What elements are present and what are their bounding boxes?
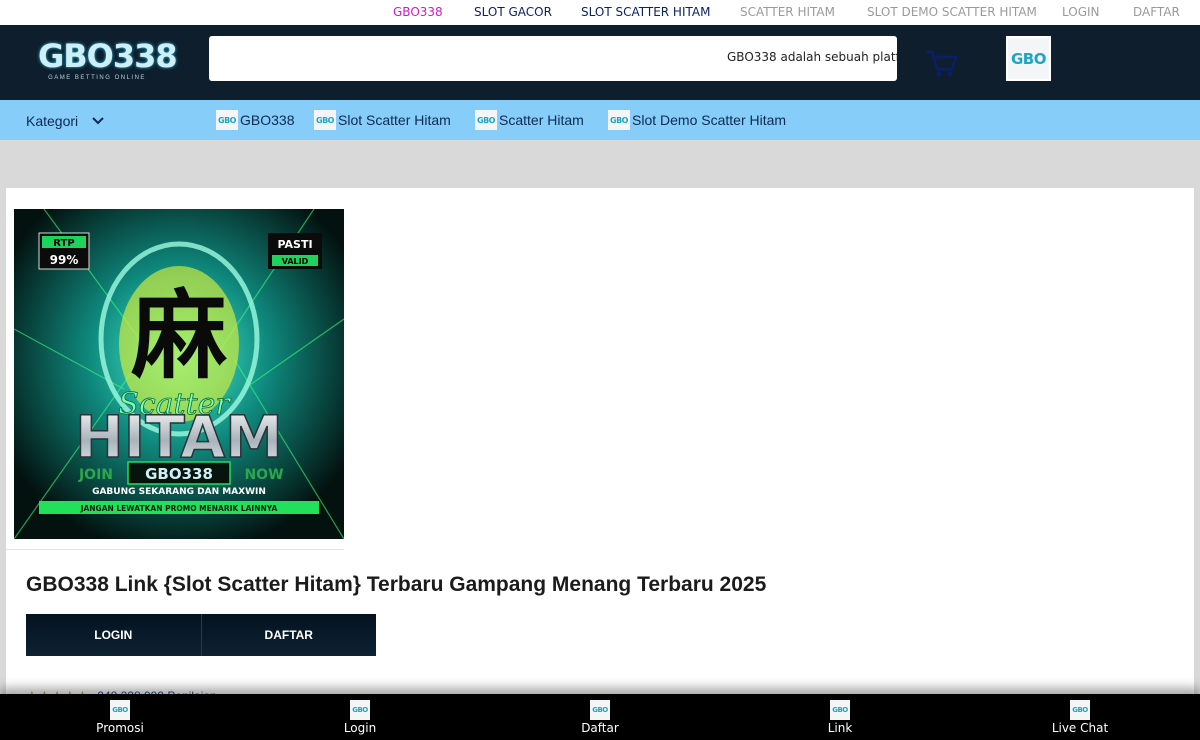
chevron-down-icon [92, 117, 104, 125]
svg-text:PASTI: PASTI [277, 238, 312, 251]
rtp-badge: RTP 99% [38, 232, 90, 270]
category-link-gbo338[interactable]: GBO GBO338 [216, 110, 294, 130]
category-link-slot-demo-scatter-hitam[interactable]: GBO Slot Demo Scatter Hitam [608, 110, 786, 130]
site-logo[interactable]: GBO338 GAME BETTING ONLINE [38, 37, 178, 85]
pasti-valid-badge: PASTI VALID [268, 233, 322, 269]
svg-text:JOIN: JOIN [78, 467, 113, 483]
category-link-label: GBO338 [240, 112, 295, 128]
top-link-slot-demo-scatter-hitam[interactable]: SLOT DEMO SCATTER HITAM [867, 5, 1037, 19]
bottom-nav-daftar[interactable]: GBO Daftar [480, 694, 720, 740]
gbo-logo-icon: GBO [608, 110, 630, 130]
svg-text:VALID: VALID [282, 257, 309, 266]
svg-text:NOW: NOW [244, 467, 283, 483]
top-link-login[interactable]: LOGIN [1062, 5, 1100, 19]
bottom-nav-label: Link [827, 721, 853, 735]
category-link-scatter-hitam[interactable]: GBO Scatter Hitam [475, 110, 584, 130]
brand-badge[interactable]: GBO [1006, 36, 1051, 81]
category-link-slot-scatter-hitam[interactable]: GBO Slot Scatter Hitam [314, 110, 451, 130]
top-link-gbo338[interactable]: GBO338 [393, 5, 443, 19]
bottom-nav-label: Promosi [96, 721, 144, 735]
gbo-logo-icon: GBO [314, 110, 336, 130]
gbo-logo-icon: GBO [590, 700, 610, 720]
category-toggle-label: Kategori [26, 113, 79, 129]
page-title: GBO338 Link {Slot Scatter Hitam} Terbaru… [26, 573, 767, 596]
marquee-box: GBO338 adalah sebuah platform [209, 36, 897, 81]
category-link-label: Scatter Hitam [499, 112, 584, 128]
banner-line-2: JANGAN LEWATKAN PROMO MENARIK LAINNYA [80, 504, 278, 513]
login-button[interactable]: LOGIN [26, 614, 201, 656]
top-link-slot-scatter-hitam[interactable]: SLOT SCATTER HITAM [581, 5, 710, 19]
gbo-logo-icon: GBO [110, 700, 130, 720]
logo-tagline: GAME BETTING ONLINE [48, 75, 146, 81]
bottom-nav-label: Daftar [581, 721, 619, 735]
gbo-logo-icon: GBO [216, 110, 238, 130]
bottom-nav-link[interactable]: GBO Link [720, 694, 960, 740]
gbo-logo-icon: GBO [475, 110, 497, 130]
marquee-text: GBO338 adalah sebuah platform [727, 50, 897, 64]
product-card: 麻 RTP 99% PASTI VALID Scatter HITAM JOIN… [6, 188, 1194, 740]
shopping-cart-icon[interactable] [923, 46, 959, 80]
banner-headline: HITAM [75, 403, 283, 471]
bottom-nav: GBO Promosi GBO Login GBO Daftar GBO Lin… [0, 694, 1200, 740]
bottom-nav-promosi[interactable]: GBO Promosi [0, 694, 240, 740]
bottom-nav-label: Live Chat [1051, 721, 1109, 735]
svg-text:99%: 99% [50, 253, 79, 267]
category-link-label: Slot Demo Scatter Hitam [632, 112, 787, 128]
gbo-logo-icon: GBO [830, 700, 850, 720]
gbo-logo-icon: GBO [1070, 700, 1090, 720]
top-link-daftar[interactable]: DAFTAR [1133, 5, 1180, 19]
site-header: GBO338 GAME BETTING ONLINE GBO338 adalah… [0, 25, 1200, 100]
svg-text:GBO338: GBO338 [145, 465, 213, 483]
category-nav: Kategori GBO GBO338 GBO Slot Scatter Hit… [0, 100, 1200, 140]
banner-line-1: GABUNG SEKARANG DAN MAXWIN [92, 487, 266, 497]
banner-calligraphy-glyph: 麻 [131, 279, 227, 392]
top-link-bar: GBO338 SLOT GACOR SLOT SCATTER HITAM SCA… [0, 0, 1200, 25]
bottom-nav-live-chat[interactable]: GBO Live Chat [960, 694, 1200, 740]
daftar-button[interactable]: DAFTAR [200, 614, 376, 656]
promo-banner[interactable]: 麻 RTP 99% PASTI VALID Scatter HITAM JOIN… [14, 209, 344, 539]
action-buttons: LOGIN DAFTAR [26, 614, 376, 656]
banner-divider [6, 549, 344, 550]
logo-text: GBO338 [38, 37, 178, 75]
category-link-label: Slot Scatter Hitam [338, 112, 451, 128]
bottom-nav-label: Login [343, 721, 377, 735]
svg-text:RTP: RTP [53, 238, 74, 249]
category-toggle[interactable]: Kategori [26, 113, 104, 129]
bottom-nav-login[interactable]: GBO Login [240, 694, 480, 740]
top-link-slot-gacor[interactable]: SLOT GACOR [474, 5, 552, 19]
brand-badge-logo: GBO [1008, 38, 1049, 79]
top-link-scatter-hitam[interactable]: SCATTER HITAM [740, 5, 835, 19]
gbo-logo-icon: GBO [350, 700, 370, 720]
